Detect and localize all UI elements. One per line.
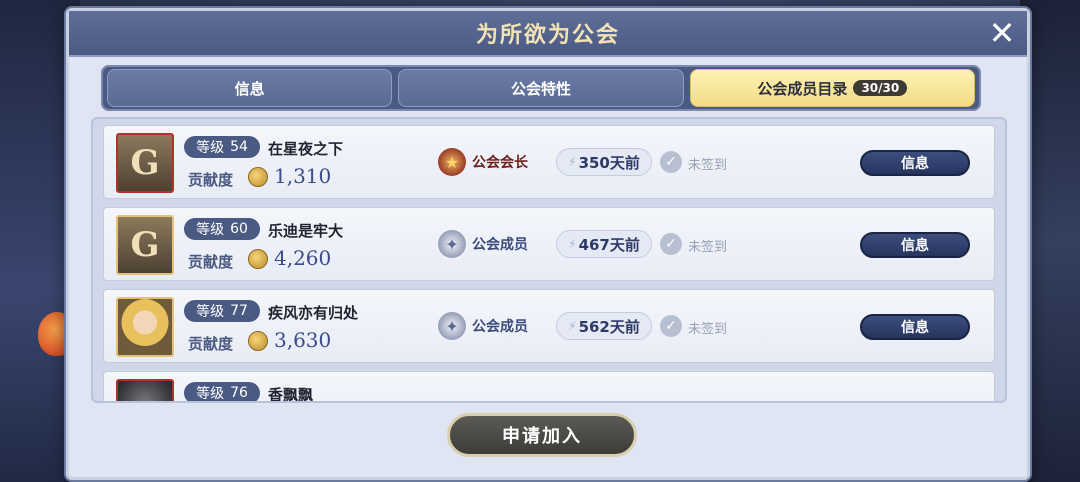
tab-guild-traits[interactable]: 公会特性 [398,69,684,107]
last-login-text: 350天前 [578,153,640,172]
rank-label: 公会成员 [472,319,528,335]
last-login-pill: ⚡ 467天前 [556,230,652,258]
coin-icon [248,249,268,269]
avatar[interactable]: G [116,215,174,275]
contribution-label: 贡献度 [188,253,234,271]
contribution-value: 1,310 [274,164,332,188]
tab-member-list-label: 公会成员目录 [757,79,848,98]
lightning-icon: ⚡ [568,155,577,169]
leader-badge-icon: ★ [438,148,466,176]
check-icon: ✓ [660,233,682,255]
member-row: G 等级 54 在星夜之下 贡献度 1,310 ★ 公会会长 ⚡ 350天前 ✓… [103,125,995,199]
lightning-icon: ⚡ [568,319,577,333]
contribution-label: 贡献度 [188,171,234,189]
tab-guild-traits-label: 公会特性 [510,79,571,98]
last-login-text: 562天前 [578,317,640,336]
level-value: 76 [230,385,248,401]
info-button[interactable]: 信息 [860,314,970,340]
check-icon: ✓ [660,315,682,337]
checkin-status: 未签到 [688,322,728,337]
info-button[interactable]: 信息 [860,232,970,258]
rank-label: 公会成员 [472,237,528,253]
player-name: 疾风亦有归处 [268,304,359,322]
lightning-icon: ⚡ [568,237,577,251]
last-login-pill: ⚡ 350天前 [556,148,652,176]
rank-label: 公会会长 [472,155,528,171]
coin-icon [248,331,268,351]
info-button[interactable]: 信息 [860,150,970,176]
member-row: 等级 77 疾风亦有归处 贡献度 3,630 ✦ 公会成员 ⚡ 562天前 ✓ … [103,289,995,363]
level-label: 等级 [196,140,225,156]
contribution-label: 贡献度 [188,335,234,353]
player-name: 香飘飘 [268,386,314,403]
level-value: 60 [230,221,248,237]
coin-icon [248,167,268,187]
level-label: 等级 [196,222,225,238]
tab-info[interactable]: 信息 [107,69,393,107]
avatar[interactable]: G [116,133,174,193]
contribution-value: 4,260 [274,246,332,270]
member-row: G 等级 60 乐迪是牢大 贡献度 4,260 ✦ 公会成员 ⚡ 467天前 ✓… [103,207,995,281]
tab-bar: 信息 公会特性 公会成员目录 30/30 [101,65,981,111]
level-badge: 等级 77 [184,300,260,322]
level-value: 77 [230,303,248,319]
level-label: 等级 [196,386,225,402]
check-icon: ✓ [660,151,682,173]
member-row: 等级 76 香飘飘 [103,371,995,403]
member-count-badge: 30/30 [853,80,908,96]
member-badge-icon: ✦ [438,230,466,258]
avatar[interactable] [116,297,174,357]
player-name: 乐迪是牢大 [268,222,344,240]
level-badge: 等级 54 [184,136,260,158]
title-bar: 为所欲为公会 ✕ [69,11,1027,57]
member-badge-icon: ✦ [438,312,466,340]
level-label: 等级 [196,304,225,320]
tab-info-label: 信息 [234,79,265,98]
close-icon[interactable]: ✕ [985,16,1019,50]
last-login-pill: ⚡ 562天前 [556,312,652,340]
level-badge: 等级 60 [184,218,260,240]
checkin-status: 未签到 [688,240,728,255]
guild-dialog: 为所欲为公会 ✕ 信息 公会特性 公会成员目录 30/30 G 等级 54 在星… [66,8,1030,480]
tab-member-list[interactable]: 公会成员目录 30/30 [689,69,975,107]
member-list[interactable]: G 等级 54 在星夜之下 贡献度 1,310 ★ 公会会长 ⚡ 350天前 ✓… [91,117,1007,403]
checkin-status: 未签到 [688,158,728,173]
contribution-value: 3,630 [274,328,332,352]
avatar[interactable] [116,379,174,401]
level-value: 54 [230,139,248,155]
player-name: 在星夜之下 [268,140,344,158]
last-login-text: 467天前 [578,235,640,254]
level-badge: 等级 76 [184,382,260,402]
apply-join-button[interactable]: 申请加入 [447,413,637,457]
dialog-title: 为所欲为公会 [475,23,620,48]
